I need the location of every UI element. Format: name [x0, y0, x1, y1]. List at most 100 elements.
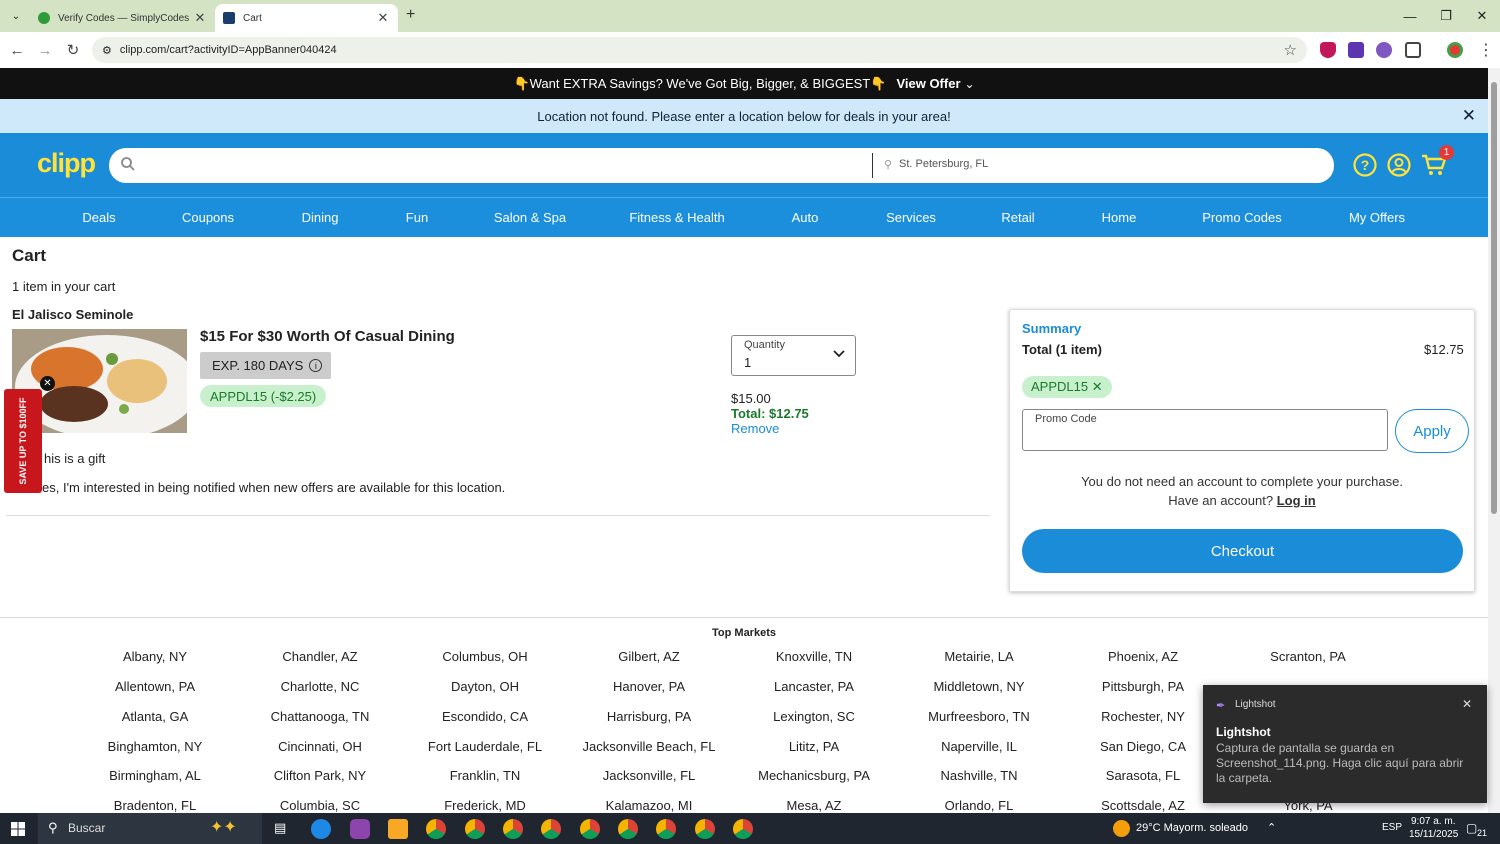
- remove-link[interactable]: Remove: [731, 421, 779, 436]
- market-link[interactable]: Harrisburg, PA: [607, 709, 691, 724]
- promo-banner[interactable]: 👇Want EXTRA Savings? We've Got Big, Bigg…: [0, 68, 1488, 99]
- chrome-icon[interactable]: [695, 819, 715, 839]
- market-link[interactable]: Rochester, NY: [1101, 709, 1185, 724]
- menu-fun[interactable]: Fun: [406, 210, 428, 225]
- quantity-select[interactable]: Quantity 1: [731, 335, 856, 376]
- file-explorer-icon[interactable]: [388, 819, 408, 839]
- notifications-icon[interactable]: ▢: [1466, 821, 1477, 835]
- market-link[interactable]: Scottsdale, AZ: [1101, 798, 1185, 813]
- market-link[interactable]: Atlanta, GA: [122, 709, 188, 724]
- tab-close-icon[interactable]: ✕: [376, 10, 390, 26]
- menu-auto[interactable]: Auto: [792, 210, 819, 225]
- apply-button[interactable]: Apply: [1395, 409, 1469, 453]
- tab-close-icon[interactable]: ✕: [193, 10, 207, 26]
- site-info-icon[interactable]: ⚙: [102, 44, 112, 57]
- copilot-icon[interactable]: [350, 819, 370, 839]
- market-link[interactable]: Franklin, TN: [450, 768, 521, 783]
- help-icon[interactable]: ?: [1353, 153, 1377, 177]
- market-link[interactable]: Charlotte, NC: [281, 679, 360, 694]
- save-up-side-tab[interactable]: SAVE UP TO $100FF: [4, 389, 42, 493]
- market-link[interactable]: Sarasota, FL: [1106, 768, 1180, 783]
- login-link[interactable]: Log in: [1277, 493, 1316, 508]
- view-offer-link[interactable]: View Offer: [896, 76, 960, 91]
- chrome-icon[interactable]: [580, 819, 600, 839]
- reload-icon[interactable]: ↻: [63, 40, 83, 60]
- market-link[interactable]: Knoxville, TN: [776, 649, 852, 664]
- market-link[interactable]: Birmingham, AL: [109, 768, 201, 783]
- market-link[interactable]: Jacksonville Beach, FL: [583, 739, 716, 754]
- forward-icon[interactable]: →: [35, 40, 55, 60]
- edge-icon[interactable]: [311, 819, 331, 839]
- checkout-button[interactable]: Checkout: [1022, 529, 1463, 573]
- puzzle-extensions-icon[interactable]: [1405, 42, 1421, 58]
- market-link[interactable]: Albany, NY: [123, 649, 187, 664]
- notify-option[interactable]: es, I'm interested in being notified whe…: [42, 480, 505, 495]
- market-link[interactable]: Orlando, FL: [945, 798, 1014, 813]
- menu-fitness-health[interactable]: Fitness & Health: [629, 210, 724, 225]
- market-link[interactable]: Escondido, CA: [442, 709, 528, 724]
- market-link[interactable]: Clifton Park, NY: [274, 768, 366, 783]
- new-tab-button[interactable]: +: [406, 6, 415, 24]
- info-icon[interactable]: i: [309, 359, 323, 372]
- clock-time[interactable]: 9:07 a. m.: [1411, 816, 1455, 827]
- toast-close-icon[interactable]: ✕: [1462, 697, 1472, 711]
- market-link[interactable]: Binghamton, NY: [108, 739, 203, 754]
- menu-retail[interactable]: Retail: [1001, 210, 1034, 225]
- address-bar[interactable]: ⚙ clipp.com/cart?activityID=AppBanner040…: [92, 37, 1307, 63]
- profile-avatar-icon[interactable]: [1447, 42, 1463, 58]
- market-link[interactable]: Gilbert, AZ: [618, 649, 679, 664]
- market-link[interactable]: Metairie, LA: [944, 649, 1013, 664]
- gift-option[interactable]: his is a gift: [44, 451, 105, 466]
- menu-salon-spa[interactable]: Salon & Spa: [494, 210, 566, 225]
- menu-home[interactable]: Home: [1102, 210, 1137, 225]
- market-link[interactable]: Fort Lauderdale, FL: [428, 739, 542, 754]
- a-extension-icon[interactable]: [1348, 42, 1364, 58]
- menu-my-offers[interactable]: My Offers: [1349, 210, 1405, 225]
- lightshot-notification[interactable]: ✒ Lightshot ✕ Lightshot Captura de panta…: [1203, 685, 1487, 803]
- market-link[interactable]: Kalamazoo, MI: [606, 798, 693, 813]
- browser-menu-icon[interactable]: ⋮: [1478, 40, 1494, 60]
- menu-coupons[interactable]: Coupons: [182, 210, 234, 225]
- market-link[interactable]: Scranton, PA: [1270, 649, 1346, 664]
- account-icon[interactable]: [1387, 153, 1411, 177]
- promo-code-field[interactable]: Promo Code: [1022, 409, 1388, 451]
- windows-start-icon[interactable]: [11, 822, 25, 836]
- market-link[interactable]: Cincinnati, OH: [278, 739, 362, 754]
- market-link[interactable]: Naperville, IL: [941, 739, 1017, 754]
- chrome-icon[interactable]: [541, 819, 561, 839]
- side-tab-close-icon[interactable]: ✕: [40, 376, 55, 391]
- shield-extension-icon[interactable]: [1320, 42, 1336, 58]
- close-notice-icon[interactable]: ✕: [1462, 106, 1476, 126]
- chrome-icon[interactable]: [503, 819, 523, 839]
- back-icon[interactable]: ←: [7, 40, 27, 60]
- menu-deals[interactable]: Deals: [82, 210, 115, 225]
- market-link[interactable]: Dayton, OH: [451, 679, 519, 694]
- market-link[interactable]: Pittsburgh, PA: [1102, 679, 1184, 694]
- market-link[interactable]: San Diego, CA: [1100, 739, 1186, 754]
- task-view-icon[interactable]: ▤: [274, 820, 286, 836]
- market-link[interactable]: Chandler, AZ: [282, 649, 357, 664]
- market-link[interactable]: Mesa, AZ: [787, 798, 842, 813]
- market-link[interactable]: Lexington, SC: [773, 709, 855, 724]
- tab-simplycodes[interactable]: Verify Codes — SimplyCodes ✕: [30, 4, 215, 32]
- close-window-icon[interactable]: ✕: [1464, 0, 1500, 32]
- minimize-icon[interactable]: —: [1392, 0, 1428, 32]
- market-link[interactable]: Chattanooga, TN: [271, 709, 370, 724]
- tray-chevron-icon[interactable]: ⌃: [1267, 821, 1276, 834]
- chrome-icon[interactable]: [656, 819, 676, 839]
- market-link[interactable]: Lititz, PA: [789, 739, 839, 754]
- market-link[interactable]: Frederick, MD: [444, 798, 526, 813]
- taskbar-search[interactable]: ⚲ Buscar ✦✦: [38, 813, 262, 844]
- swirl-extension-icon[interactable]: [1376, 42, 1392, 58]
- location-input[interactable]: St. Petersburg, FL: [899, 158, 988, 170]
- language-indicator[interactable]: ESP: [1382, 822, 1402, 833]
- deal-title[interactable]: $15 For $30 Worth Of Casual Dining: [200, 328, 455, 345]
- chrome-icon[interactable]: [618, 819, 638, 839]
- chrome-icon[interactable]: [465, 819, 485, 839]
- chrome-icon[interactable]: [733, 819, 753, 839]
- market-link[interactable]: Phoenix, AZ: [1108, 649, 1178, 664]
- market-link[interactable]: Middletown, NY: [933, 679, 1024, 694]
- chrome-icon[interactable]: [426, 819, 446, 839]
- clipp-logo[interactable]: clipp: [37, 148, 96, 179]
- clock-date[interactable]: 15/11/2025: [1409, 829, 1458, 840]
